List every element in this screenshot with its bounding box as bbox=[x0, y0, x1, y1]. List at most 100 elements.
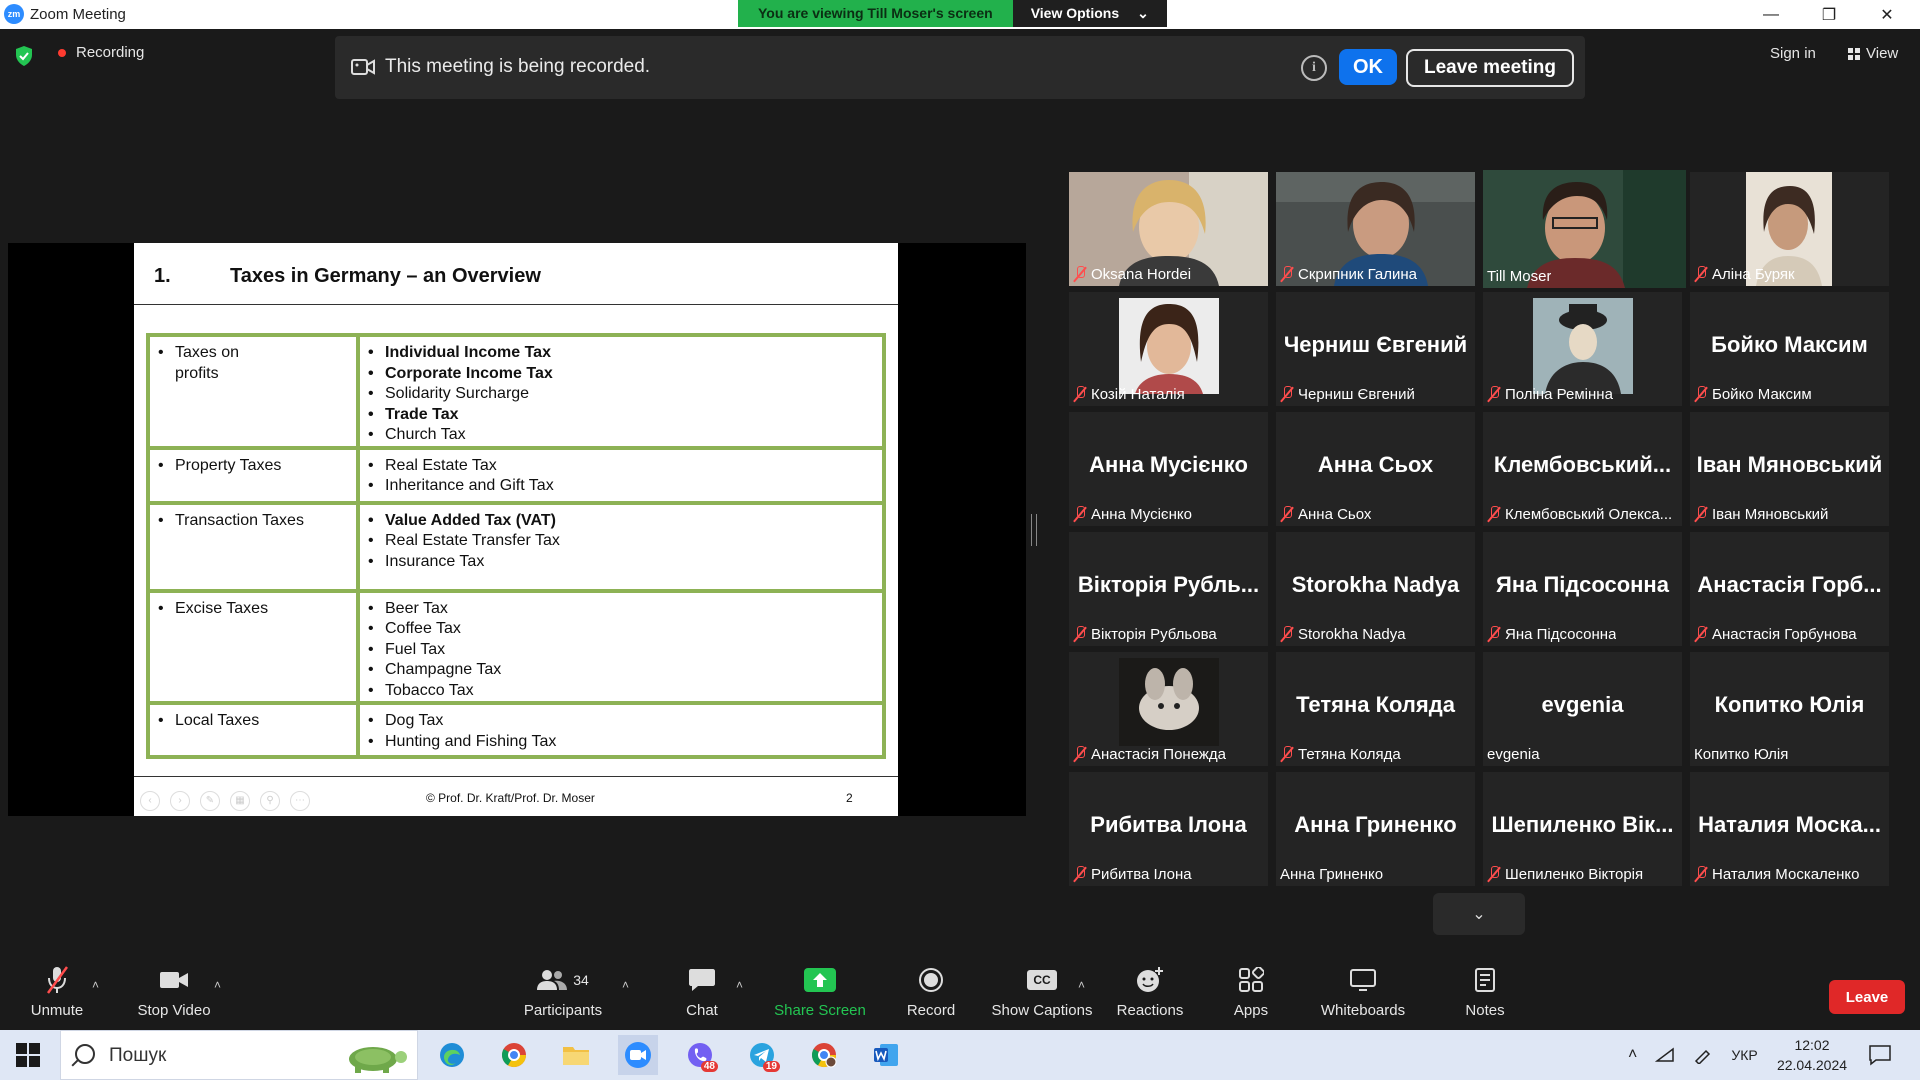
file-explorer-icon[interactable] bbox=[556, 1035, 596, 1075]
notifications-icon[interactable] bbox=[1868, 1044, 1892, 1066]
turtle-decoration-icon bbox=[349, 1047, 407, 1073]
close-window-button[interactable]: ✕ bbox=[1858, 0, 1916, 29]
participant-tile-active-speaker[interactable]: Till Moser bbox=[1483, 170, 1686, 288]
pen-icon[interactable]: ✎ bbox=[200, 791, 220, 811]
slide-footer-text: © Prof. Dr. Kraft/Prof. Dr. Moser bbox=[426, 791, 595, 805]
stop-video-button[interactable]: Stop Video bbox=[132, 960, 216, 1030]
network-icon[interactable] bbox=[1655, 1047, 1675, 1063]
security-shield-icon[interactable] bbox=[14, 45, 34, 67]
edge-browser-icon[interactable] bbox=[432, 1035, 472, 1075]
recording-indicator[interactable]: Recording bbox=[58, 44, 144, 61]
participant-tile[interactable]: Анна Сьох Анна Сьох bbox=[1276, 412, 1475, 526]
participant-tile[interactable]: Storokha Nadya Storokha Nadya bbox=[1276, 532, 1475, 646]
apps-button[interactable]: Apps bbox=[1226, 960, 1276, 1030]
participant-tile[interactable]: Анна Мусієнко Анна Мусієнко bbox=[1069, 412, 1268, 526]
participant-tile[interactable]: evgenia evgenia bbox=[1483, 652, 1682, 766]
participant-tile[interactable]: Козій Наталія bbox=[1069, 292, 1268, 406]
participant-tile[interactable]: Бойко Максим Бойко Максим bbox=[1690, 292, 1889, 406]
zoom-app-icon[interactable] bbox=[618, 1035, 658, 1075]
telegram-notification-badge: 19 bbox=[762, 1061, 780, 1072]
participant-tile[interactable]: Скрипник Галина bbox=[1276, 172, 1475, 286]
participant-tile[interactable]: Наталия Моска... Наталия Москаленко bbox=[1690, 772, 1889, 886]
participant-display-name: Рибитва Ілона bbox=[1090, 812, 1247, 837]
viber-app-icon[interactable]: 48 bbox=[680, 1035, 720, 1075]
viewing-screen-text: You are viewing Till Moser's screen bbox=[738, 0, 1013, 27]
previous-slide-icon[interactable]: ‹ bbox=[140, 791, 160, 811]
slide-footer-divider bbox=[134, 776, 898, 777]
tax-item: Value Added Tax (VAT) bbox=[368, 511, 874, 532]
participants-caret-icon[interactable]: ˄ bbox=[622, 978, 629, 992]
audio-options-caret-icon[interactable]: ˄ bbox=[92, 978, 99, 992]
participant-tile[interactable]: Яна Підсосонна Яна Підсосонна bbox=[1483, 532, 1682, 646]
tax-items: Dog Tax Hunting and Fishing Tax bbox=[356, 701, 886, 759]
participant-tile[interactable]: Копитко Юлія Копитко Юлія bbox=[1690, 652, 1889, 766]
next-slide-icon[interactable]: › bbox=[170, 791, 190, 811]
ok-button[interactable]: OK bbox=[1339, 49, 1397, 85]
participant-name: Till Moser bbox=[1487, 267, 1552, 285]
participant-tile[interactable]: Аліна Буряк bbox=[1690, 172, 1889, 286]
share-screen-button[interactable]: Share Screen bbox=[770, 960, 870, 1030]
chrome-profile-icon[interactable] bbox=[804, 1035, 844, 1075]
tax-item: Corporate Income Tax bbox=[368, 364, 874, 385]
participant-tile[interactable]: Черниш Євгений Черниш Євгений bbox=[1276, 292, 1475, 406]
participant-tile[interactable]: Анна Гриненко Анна Гриненко bbox=[1276, 772, 1475, 886]
table-row: Taxes onprofits Individual Income Tax Co… bbox=[146, 333, 886, 450]
participant-tile[interactable]: Oksana Hordei bbox=[1069, 172, 1268, 286]
more-options-icon[interactable]: ⋯ bbox=[290, 791, 310, 811]
taskbar-clock[interactable]: 12:02 22.04.2024 bbox=[1772, 1035, 1852, 1075]
word-app-icon[interactable] bbox=[866, 1035, 906, 1075]
participant-tile[interactable]: Рибитва Ілона Рибитва Ілона bbox=[1069, 772, 1268, 886]
taskbar-search-box[interactable]: Пошук bbox=[60, 1030, 418, 1080]
chrome-browser-icon[interactable] bbox=[494, 1035, 534, 1075]
participant-tile[interactable]: Поліна Ремінна bbox=[1483, 292, 1682, 406]
participants-button[interactable]: 34 Participants bbox=[522, 960, 604, 1030]
participant-tile[interactable]: Анастасія Горб... Анастасія Горбунова bbox=[1690, 532, 1889, 646]
participant-tile[interactable]: Шепиленко Вік... Шепиленко Вікторія bbox=[1483, 772, 1682, 886]
notes-button[interactable]: Notes bbox=[1462, 960, 1508, 1030]
participant-tile[interactable]: Анастасія Понежда bbox=[1069, 652, 1268, 766]
slides-grid-icon[interactable]: ▦ bbox=[230, 791, 250, 811]
participant-tile[interactable]: Іван Мяновський Іван Мяновський bbox=[1690, 412, 1889, 526]
tax-item: Coffee Tax bbox=[368, 619, 874, 640]
reactions-button[interactable]: Reactions bbox=[1114, 960, 1186, 1030]
chevron-up-icon[interactable]: ˄ bbox=[1628, 1046, 1637, 1064]
participant-display-name: Шепиленко Вік... bbox=[1491, 812, 1674, 837]
participant-name: Яна Підсосонна bbox=[1487, 624, 1616, 644]
shared-screen[interactable]: 1. Taxes in Germany – an Overview Taxes … bbox=[8, 243, 1026, 816]
restore-button[interactable]: ❐ bbox=[1800, 0, 1858, 29]
next-page-button[interactable]: ⌄ bbox=[1433, 893, 1525, 935]
viber-notification-badge: 48 bbox=[700, 1061, 718, 1072]
leave-button[interactable]: Leave bbox=[1829, 980, 1905, 1014]
whiteboards-button[interactable]: Whiteboards bbox=[1316, 960, 1410, 1030]
zoom-icon[interactable]: ⚲ bbox=[260, 791, 280, 811]
record-button[interactable]: Record bbox=[898, 960, 964, 1030]
participant-name: Анна Сьох bbox=[1280, 504, 1371, 524]
tax-items: Individual Income Tax Corporate Income T… bbox=[356, 333, 886, 450]
input-language-indicator[interactable]: УКР bbox=[1731, 1047, 1757, 1063]
participant-tile[interactable]: Тетяна Коляда Тетяна Коляда bbox=[1276, 652, 1475, 766]
captions-caret-icon[interactable]: ˄ bbox=[1078, 978, 1085, 992]
unmute-label: Unmute bbox=[30, 1002, 84, 1019]
participant-tile[interactable]: Вікторія Рубль... Вікторія Рубльова bbox=[1069, 532, 1268, 646]
unmute-button[interactable]: Unmute bbox=[22, 960, 92, 1030]
chat-button[interactable]: Chat bbox=[672, 960, 732, 1030]
video-options-caret-icon[interactable]: ˄ bbox=[214, 978, 221, 992]
show-captions-button[interactable]: CC Show Captions bbox=[986, 960, 1098, 1030]
participant-name: Анастасія Понежда bbox=[1073, 744, 1226, 764]
recording-notice-banner: This meeting is being recorded. i OK Lea… bbox=[335, 36, 1585, 99]
telegram-app-icon[interactable]: 19 bbox=[742, 1035, 782, 1075]
participants-count: 34 bbox=[573, 972, 589, 988]
panel-resize-handle[interactable] bbox=[1031, 514, 1037, 546]
muted-microphone-icon bbox=[1280, 506, 1294, 522]
sign-in-link[interactable]: Sign in bbox=[1770, 45, 1816, 62]
participant-tile[interactable]: Клембовський... Клембовський Олекса... bbox=[1483, 412, 1682, 526]
view-button[interactable]: View bbox=[1848, 45, 1898, 62]
windows-start-icon[interactable] bbox=[16, 1043, 40, 1067]
chat-caret-icon[interactable]: ˄ bbox=[736, 978, 743, 992]
pen-menu-icon[interactable] bbox=[1693, 1046, 1713, 1064]
view-options-button[interactable]: View Options ⌄ bbox=[1012, 0, 1167, 27]
info-icon[interactable]: i bbox=[1301, 55, 1327, 81]
tax-item: Tobacco Tax bbox=[368, 681, 874, 702]
minimize-button[interactable]: — bbox=[1742, 0, 1800, 29]
leave-meeting-button[interactable]: Leave meeting bbox=[1406, 49, 1574, 87]
